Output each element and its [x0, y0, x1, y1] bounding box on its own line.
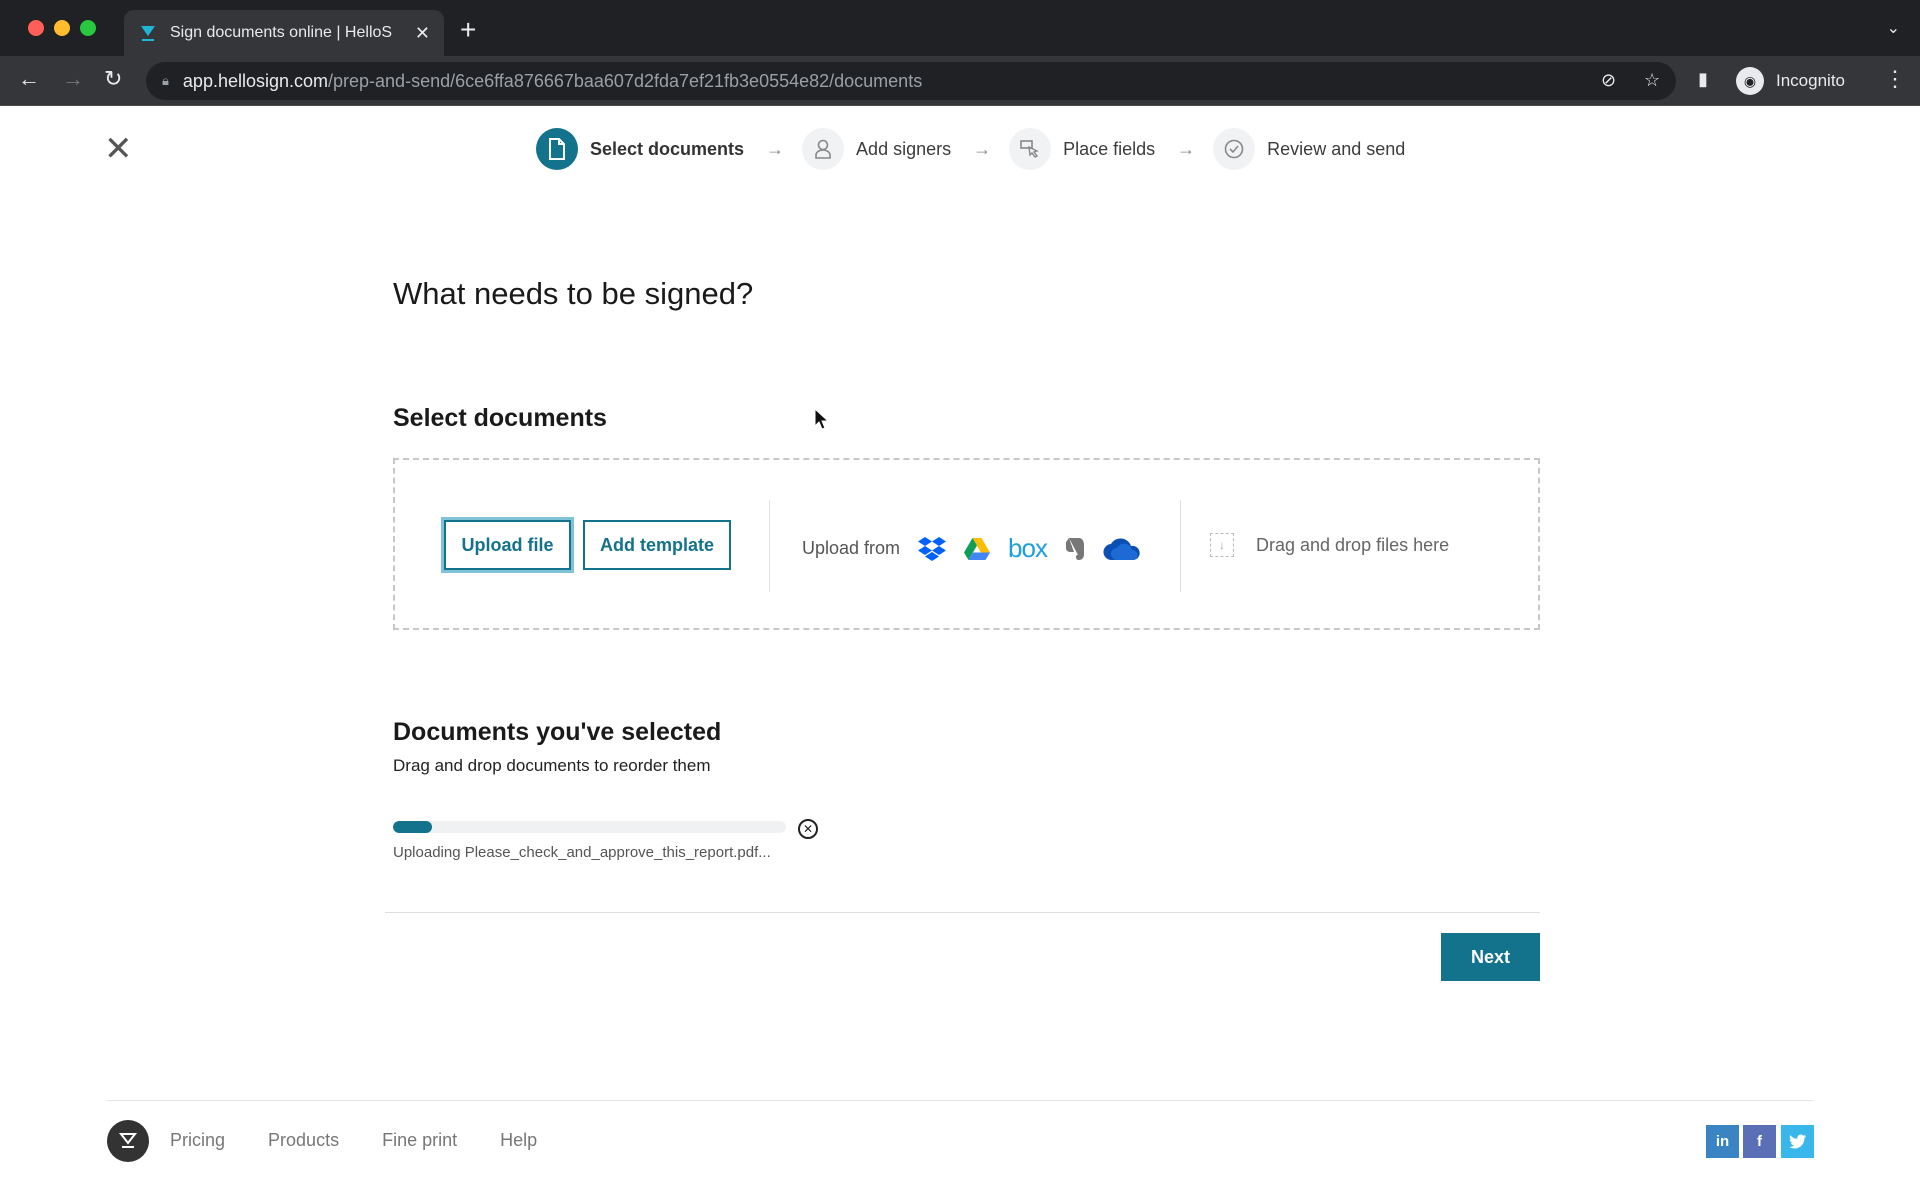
upload-file-button[interactable]: Upload file [444, 520, 571, 570]
google-drive-icon[interactable] [964, 537, 991, 560]
arrow-right-icon: → [1177, 138, 1196, 159]
step-label: Select documents [590, 138, 745, 159]
footer-link-fine-print[interactable]: Fine print [382, 1130, 457, 1151]
maximize-window-button[interactable] [80, 20, 96, 36]
facebook-icon[interactable]: f [1743, 1125, 1776, 1158]
close-icon[interactable]: ✕ [104, 132, 133, 166]
drag-drop-label: Drag and drop files here [1256, 534, 1450, 555]
address-bar[interactable]: 🔒︎ app.hellosign.com/prep-and-send/6ce6f… [146, 62, 1676, 100]
step-add-signers[interactable]: Add signers [802, 128, 951, 170]
mouse-cursor-icon [814, 408, 830, 430]
drag-drop-area[interactable]: ↓ Drag and drop files here [1210, 533, 1449, 557]
profile-label: Incognito [1776, 71, 1845, 90]
side-panel-icon[interactable]: ▮ [1698, 69, 1708, 90]
upload-from-label: Upload from [802, 538, 901, 558]
footer-link-help[interactable]: Help [500, 1130, 537, 1151]
footer-links: Pricing Products Fine print Help [170, 1130, 580, 1151]
forward-icon[interactable]: → [62, 66, 84, 92]
back-icon[interactable]: ← [18, 66, 40, 92]
browser-menu-icon[interactable]: ⋮ [1884, 66, 1906, 92]
document-dropzone[interactable]: Upload file Add template Upload from box… [393, 458, 1540, 630]
tab-title: Sign documents online | HelloS [170, 24, 393, 41]
upload-progress-fill [393, 821, 433, 833]
document-icon [536, 128, 578, 170]
upload-from-services: Upload from box [802, 533, 1141, 564]
url-path: /prep-and-send/6ce6ffa876667baa607d2fda7… [328, 70, 923, 91]
upload-progress-bar [393, 821, 786, 833]
dropbox-icon[interactable] [918, 536, 947, 562]
onedrive-icon[interactable] [1103, 537, 1141, 561]
add-template-button[interactable]: Add template [583, 520, 731, 570]
footer-link-pricing[interactable]: Pricing [170, 1130, 225, 1151]
lock-icon: 🔒︎ [162, 73, 169, 88]
cancel-upload-icon[interactable]: ✕ [798, 819, 818, 839]
step-select-documents[interactable]: Select documents [536, 128, 744, 170]
uploading-status: Uploading Please_check_and_approve_this_… [393, 844, 771, 861]
progress-stepper: Select documents → Add signers → Place f… [536, 128, 1405, 170]
next-button[interactable]: Next [1441, 933, 1540, 981]
bookmark-star-icon[interactable]: ☆ [1644, 70, 1660, 91]
select-documents-heading: Select documents [393, 404, 607, 432]
tab-search-chevron-icon[interactable]: ⌄ [1887, 18, 1900, 38]
step-place-fields[interactable]: Place fields [1009, 128, 1155, 170]
download-arrow-icon: ↓ [1210, 533, 1234, 557]
divider [769, 500, 770, 592]
tracking-eye-off-icon[interactable]: ⊘ [1601, 70, 1616, 91]
twitter-icon[interactable] [1781, 1125, 1814, 1158]
step-label: Review and send [1267, 138, 1406, 159]
person-icon [802, 128, 845, 170]
tab-close-icon[interactable]: ✕ [415, 23, 430, 44]
reorder-hint: Drag and drop documents to reorder them [393, 756, 711, 775]
close-window-button[interactable] [28, 20, 44, 36]
page-title: What needs to be signed? [393, 276, 754, 311]
minimize-window-button[interactable] [54, 20, 70, 36]
check-circle-icon [1213, 128, 1256, 170]
step-review-and-send[interactable]: Review and send [1213, 128, 1405, 170]
footer-divider [106, 1100, 1814, 1101]
browser-toolbar: ← → ↻ 🔒︎ app.hellosign.com/prep-and-send… [0, 56, 1920, 106]
arrow-right-icon: → [766, 138, 785, 159]
evernote-icon[interactable] [1065, 536, 1085, 562]
box-icon[interactable]: box [1008, 533, 1048, 564]
incognito-profile-button[interactable]: ◉ Incognito [1736, 62, 1845, 100]
browser-tab[interactable]: Sign documents online | HelloS ✕ [124, 10, 444, 56]
new-tab-button[interactable]: + [460, 14, 476, 46]
field-cursor-icon [1009, 128, 1052, 170]
reload-icon[interactable]: ↻ [104, 66, 122, 92]
arrow-right-icon: → [973, 138, 992, 159]
step-label: Add signers [856, 138, 952, 159]
divider [1180, 500, 1181, 592]
hellosign-favicon-icon [141, 26, 155, 41]
browser-tab-strip: Sign documents online | HelloS ✕ + ⌄ [0, 0, 1920, 56]
step-label: Place fields [1063, 138, 1156, 159]
incognito-icon: ◉ [1736, 67, 1764, 95]
footer-link-products[interactable]: Products [268, 1130, 339, 1151]
page: ✕ Select documents → Add signers → Place… [0, 106, 1920, 1200]
selected-documents-heading: Documents you've selected [393, 718, 722, 746]
linkedin-icon[interactable]: in [1706, 1125, 1739, 1158]
url-host: app.hellosign.com [182, 70, 329, 91]
divider [385, 912, 1540, 913]
hellosign-logo-icon[interactable] [107, 1120, 149, 1162]
